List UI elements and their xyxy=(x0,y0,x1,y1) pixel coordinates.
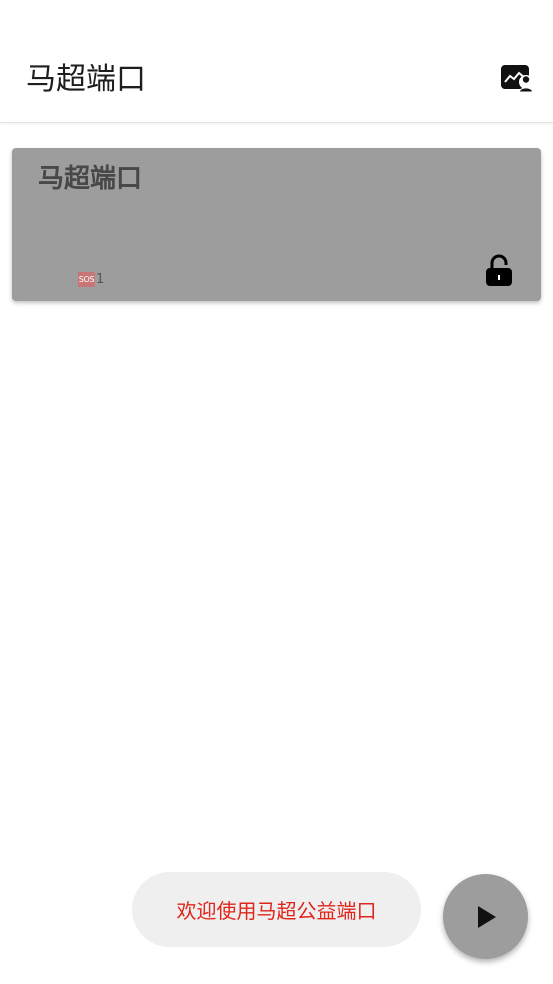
toast-message: 欢迎使用马超公益端口 xyxy=(132,872,421,947)
lock-open-icon[interactable] xyxy=(485,254,513,288)
sos-status: SOS 1 xyxy=(78,270,104,288)
toast-text: 欢迎使用马超公益端口 xyxy=(176,899,377,923)
play-button[interactable] xyxy=(443,874,528,959)
page-title: 马超端口 xyxy=(26,62,146,97)
app-bar: 马超端口 xyxy=(0,0,553,123)
image-person-icon[interactable] xyxy=(500,64,534,94)
app-screen: 马超端口 马超端口 SOS 1 欢迎使用马超公益端口 xyxy=(0,0,553,984)
port-card[interactable]: 马超端口 SOS 1 xyxy=(12,148,541,301)
play-icon xyxy=(477,905,496,928)
card-title: 马超端口 xyxy=(38,164,143,194)
sos-count: 1 xyxy=(96,271,105,287)
sos-icon: SOS xyxy=(78,271,95,287)
